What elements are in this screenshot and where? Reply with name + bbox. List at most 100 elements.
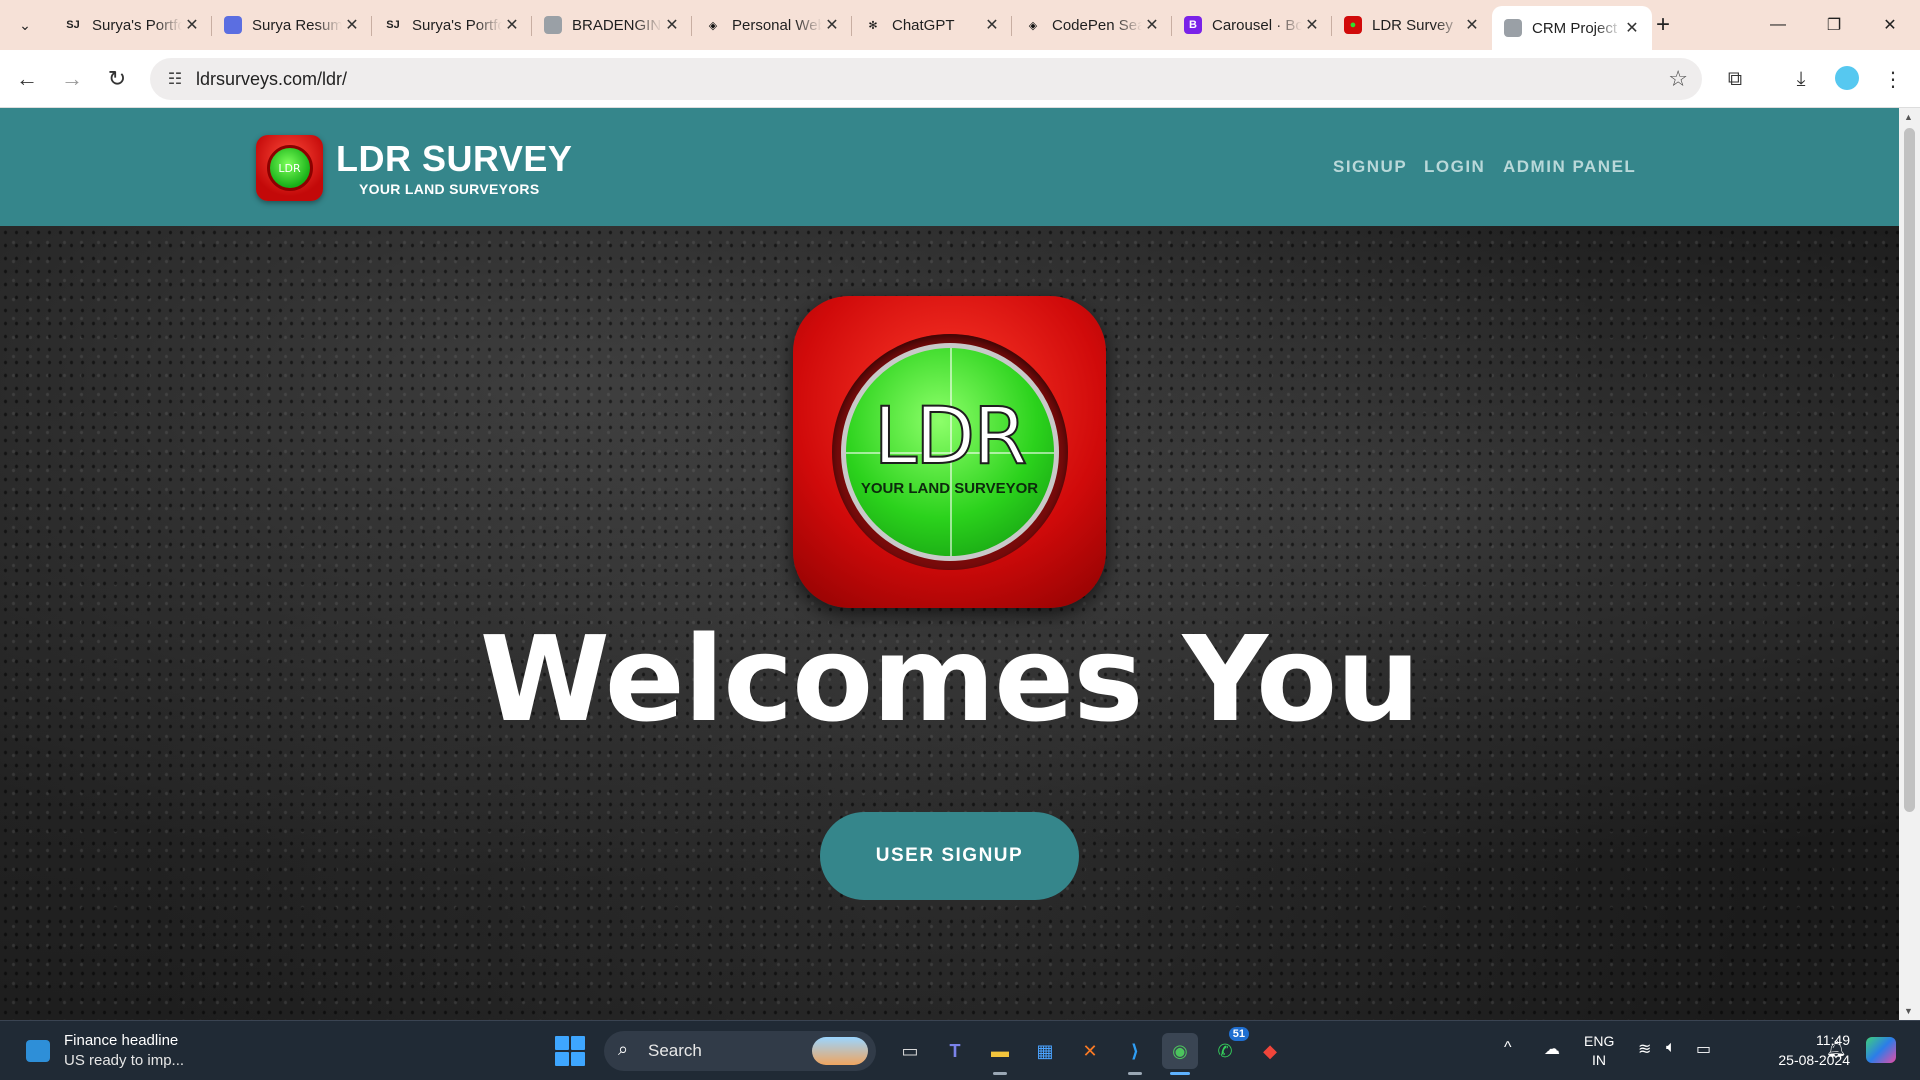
nav-admin-panel-link[interactable]: ADMIN PANEL <box>1503 157 1636 177</box>
page-scrollbar[interactable]: ▲ ▼ <box>1899 108 1920 1020</box>
browser-tab[interactable]: B Carousel · Bootstrap✕ <box>1172 6 1332 44</box>
tab-favicon-icon: B <box>1184 16 1202 34</box>
vscode-app-icon[interactable]: ⟩ <box>1117 1033 1153 1075</box>
browser-menu-icon[interactable]: ⋮ <box>1876 62 1910 96</box>
tab-favicon-icon: ✻ <box>864 16 882 34</box>
browser-tab[interactable]: BRADENGINEERING✕ <box>532 6 692 44</box>
download-icon[interactable]: ⤓ <box>1784 62 1818 96</box>
tab-search-dropdown-icon[interactable]: ⌄ <box>8 8 42 42</box>
xampp-app-icon[interactable]: ✕ <box>1072 1033 1108 1069</box>
news-widget-title[interactable]: Finance headline <box>64 1032 178 1049</box>
browser-tab[interactable]: SJ Surya's Portfolio✕ <box>372 6 532 44</box>
site-header: LDR LDR SURVEY YOUR LAND SURVEYORS SIGNU… <box>0 108 1899 226</box>
tab-title: BRADENGINEERING <box>572 16 662 34</box>
git-glyph-icon: ◆ <box>1263 1040 1277 1061</box>
tab-favicon-icon <box>544 16 562 34</box>
url-text[interactable]: ldrsurveys.com/ldr/ <box>196 69 347 90</box>
brand-logo[interactable]: LDR <box>256 135 323 201</box>
chrome-glyph-icon: ◉ <box>1172 1040 1188 1061</box>
browser-tab[interactable]: ✻ ChatGPT ✕ <box>852 6 1012 44</box>
onedrive-status-icon[interactable]: ☁ <box>1544 1039 1560 1059</box>
xampp-glyph-icon: ✕ <box>1082 1040 1098 1061</box>
microsoft-store-app-icon[interactable]: ▦ <box>1027 1033 1063 1069</box>
tab-close-icon[interactable]: ✕ <box>662 15 682 35</box>
browser-toolbar: ← → ↻ ☷ ldrsurveys.com/ldr/ ☆ ⧉ ⤓ ⋮ <box>0 50 1920 108</box>
scroll-down-arrow-icon[interactable]: ▼ <box>1904 1006 1913 1016</box>
tab-strip: ⌄ SJSurya's Portfolio✕Surya Resume✕SJSur… <box>0 0 1920 50</box>
scroll-thumb[interactable] <box>1904 128 1915 812</box>
minimize-button[interactable]: — <box>1750 0 1806 50</box>
scroll-up-arrow-icon[interactable]: ▲ <box>1904 112 1913 122</box>
chrome-app-icon[interactable]: ◉ <box>1162 1033 1198 1075</box>
tab-title: Carousel · Bootstrap <box>1212 16 1302 34</box>
back-button[interactable]: ← <box>10 62 44 96</box>
teams-app-icon[interactable]: T <box>937 1033 973 1069</box>
copilot-icon[interactable] <box>1866 1037 1896 1063</box>
task-view-app-icon[interactable]: ▭ <box>892 1033 928 1069</box>
running-indicator <box>993 1072 1007 1075</box>
tab-title: CodePen Search <box>1052 16 1142 34</box>
new-tab-button[interactable]: + <box>1648 10 1678 40</box>
whatsapp-app-icon[interactable]: ✆ 51 <box>1207 1027 1249 1069</box>
user-signup-button[interactable]: USER SIGNUP <box>820 812 1079 900</box>
region-indicator[interactable]: IN <box>1592 1052 1606 1068</box>
browser-tab[interactable]: ◈ CodePen Search✕ <box>1012 6 1172 44</box>
browser-tab[interactable]: ● LDR Survey ✕ <box>1332 6 1492 44</box>
tab-close-icon[interactable]: ✕ <box>342 15 362 35</box>
tab-close-icon[interactable]: ✕ <box>182 15 202 35</box>
battery-icon[interactable]: ▭ <box>1696 1039 1711 1059</box>
extensions-icon[interactable]: ⧉ <box>1718 62 1752 96</box>
hero-logo: LDR YOUR LAND SURVEYOR <box>793 296 1106 608</box>
teams-glyph-icon: T <box>949 1040 961 1061</box>
tab-close-icon[interactable]: ✕ <box>822 15 842 35</box>
start-button[interactable] <box>555 1036 585 1066</box>
browser-tab[interactable]: Surya Resume ✕ <box>212 6 372 44</box>
search-highlight-image <box>812 1037 868 1065</box>
news-widget-icon[interactable] <box>26 1040 50 1062</box>
notification-badge: 51 <box>1228 1027 1249 1041</box>
restore-button[interactable]: ❐ <box>1806 0 1862 50</box>
tab-favicon-icon <box>1504 19 1522 37</box>
tab-close-icon[interactable]: ✕ <box>1142 15 1162 35</box>
show-hidden-icons-chevron[interactable]: ^ <box>1504 1039 1512 1057</box>
start-icon-tile <box>571 1052 585 1066</box>
git-app-icon[interactable]: ◆ <box>1252 1033 1288 1069</box>
brand-name[interactable]: LDR SURVEY <box>336 138 572 180</box>
wifi-icon[interactable]: ≋ <box>1638 1039 1651 1059</box>
running-indicator <box>1128 1072 1142 1075</box>
browser-tab[interactable]: CRM Project ✕ <box>1492 6 1652 50</box>
tab-close-icon[interactable]: ✕ <box>502 15 522 35</box>
tab-favicon-icon: ● <box>1344 16 1362 34</box>
file-explorer-app-icon[interactable]: ▬ <box>982 1033 1018 1075</box>
start-icon-tile <box>555 1052 569 1066</box>
hero-headline: Welcomes You <box>479 610 1420 748</box>
tab-close-icon[interactable]: ✕ <box>982 15 1002 35</box>
volume-icon[interactable]: 🔈︎ <box>1666 1039 1676 1057</box>
close-window-button[interactable]: ✕ <box>1862 0 1918 50</box>
address-bar[interactable]: ☷ ldrsurveys.com/ldr/ ☆ <box>150 58 1702 100</box>
hero-logo-text: LDR <box>873 391 1029 482</box>
reload-button[interactable]: ↻ <box>100 62 134 96</box>
browser-tab[interactable]: ◈ Personal Website✕ <box>692 6 852 44</box>
browser-tab[interactable]: SJ Surya's Portfolio✕ <box>52 6 212 44</box>
vscode-glyph-icon: ⟩ <box>1130 1040 1140 1061</box>
forward-button[interactable]: → <box>55 62 89 96</box>
tab-title: Personal Website <box>732 16 822 34</box>
tab-close-icon[interactable]: ✕ <box>1302 15 1322 35</box>
bookmark-star-icon[interactable]: ☆ <box>1668 66 1688 92</box>
site-info-icon[interactable]: ☷ <box>164 68 186 90</box>
profile-avatar[interactable] <box>1835 66 1859 90</box>
tab-title: LDR Survey <box>1372 16 1453 34</box>
notification-bell-icon[interactable]: 🔔︎ <box>1826 1039 1846 1059</box>
hero-logo-disc: LDR YOUR LAND SURVEYOR <box>840 343 1059 561</box>
language-indicator[interactable]: ENG <box>1584 1033 1614 1049</box>
nav-login-link[interactable]: LOGIN <box>1424 157 1485 177</box>
running-indicator <box>1170 1072 1190 1075</box>
news-widget-subtitle[interactable]: US ready to imp... <box>64 1052 184 1069</box>
tab-close-icon[interactable]: ✕ <box>1622 18 1642 38</box>
microsoft-store-glyph-icon: ▦ <box>1036 1040 1054 1061</box>
tab-favicon-icon: SJ <box>64 16 82 34</box>
nav-signup-link[interactable]: SIGNUP <box>1333 157 1407 177</box>
taskbar-search-box[interactable]: ⌕ Search <box>604 1031 876 1071</box>
tab-close-icon[interactable]: ✕ <box>1462 15 1482 35</box>
